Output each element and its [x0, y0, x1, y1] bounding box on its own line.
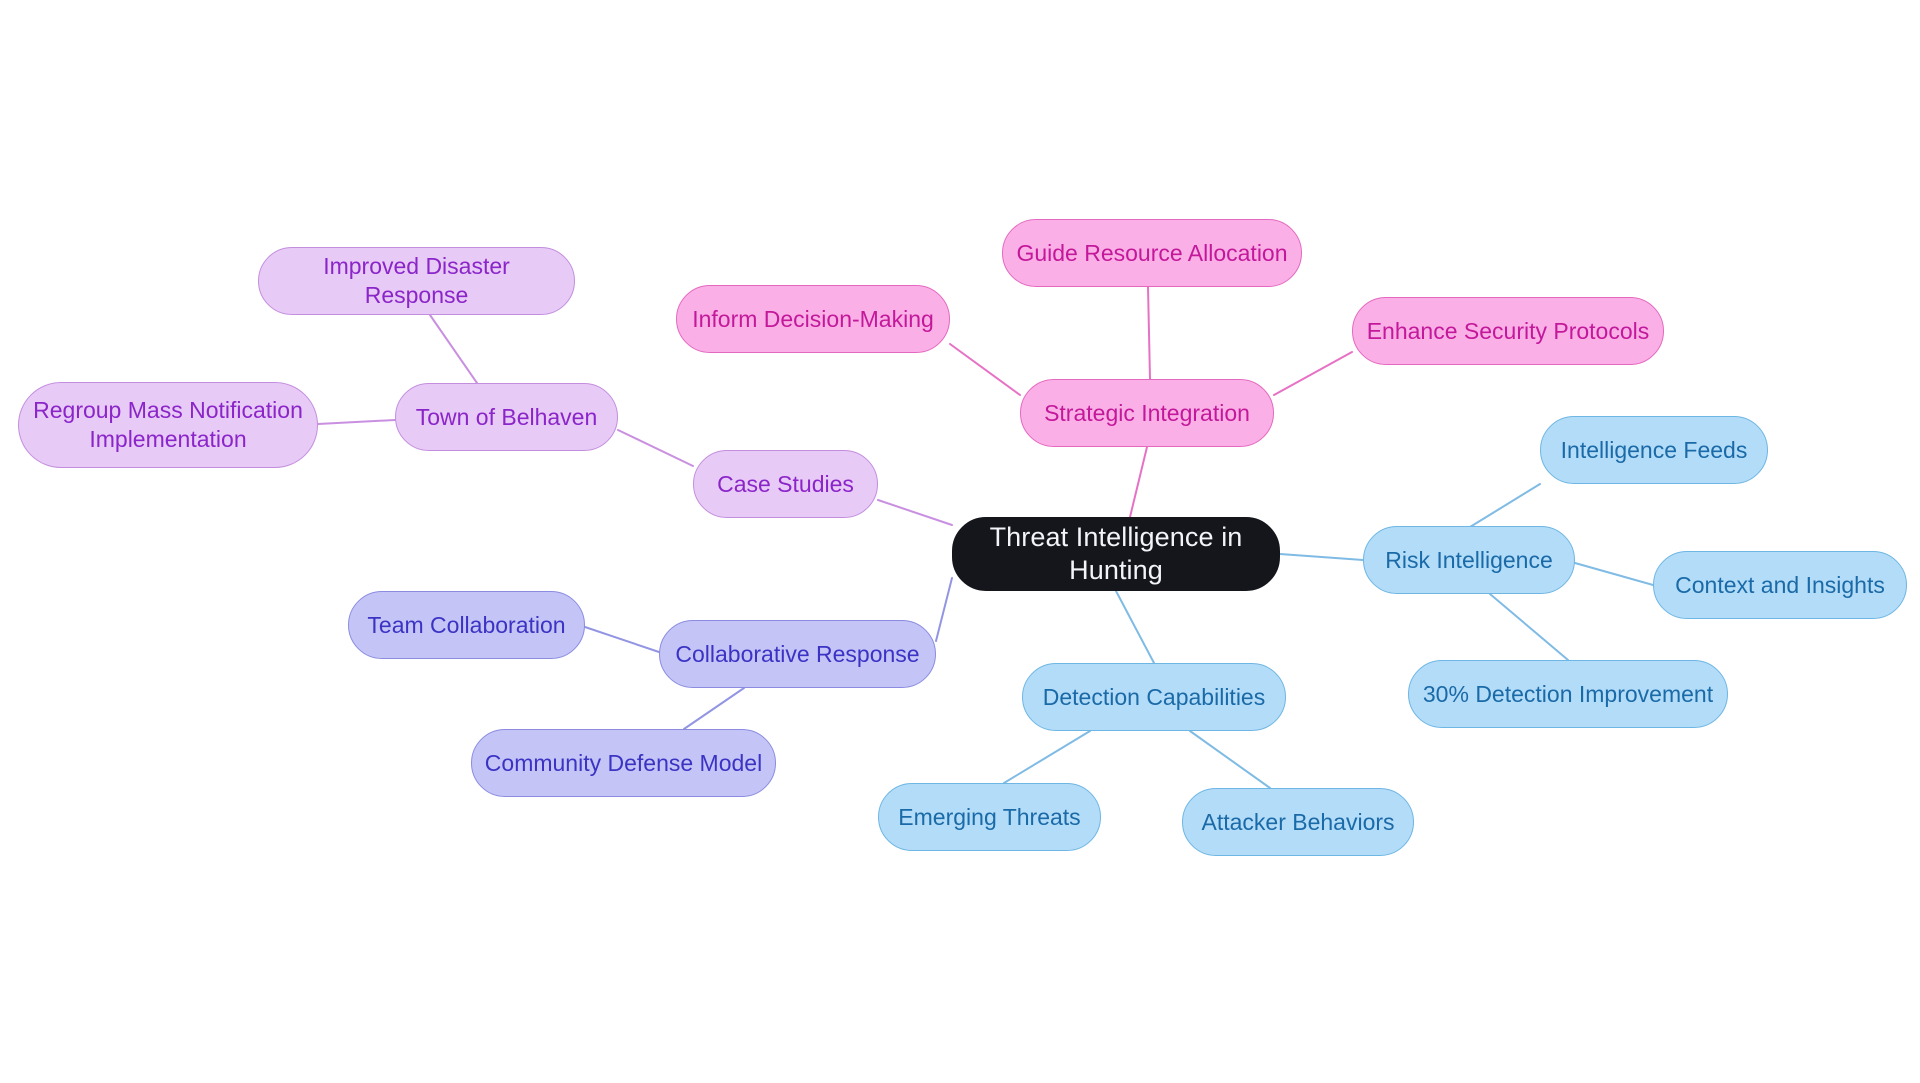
node-label: 30% Detection Improvement [1422, 680, 1714, 707]
node-label: Threat Intelligence in Hunting [989, 521, 1243, 585]
mindmap-node-attacker-behaviors[interactable]: Attacker Behaviors [1182, 788, 1414, 856]
node-label: Attacker Behaviors [1201, 808, 1395, 835]
node-label: Town of Belhaven [415, 403, 598, 430]
mindmap-node-emerging-threats[interactable]: Emerging Threats [878, 783, 1101, 851]
edge-root-to-collaborative_response [935, 577, 953, 642]
edge-risk_intelligence-to-detection_improvement [1489, 593, 1569, 661]
mindmap-node-guide-resource-allocation[interactable]: Guide Resource Allocation [1002, 219, 1302, 287]
mindmap-node-inform-decision-making[interactable]: Inform Decision-Making [676, 285, 950, 353]
edge-root-to-strategic_integration [1129, 446, 1148, 518]
mindmap-node-regroup-mass-notification[interactable]: Regroup Mass Notification Implementation [18, 382, 318, 468]
node-label: Emerging Threats [898, 803, 1081, 830]
edge-root-to-detection_capabilities [1115, 590, 1155, 664]
node-label: Regroup Mass Notification Implementation [33, 397, 303, 452]
edge-collaborative_response-to-team_collaboration [584, 626, 660, 653]
node-label: Context and Insights [1675, 571, 1885, 598]
node-label: Strategic Integration [1044, 399, 1250, 426]
edge-root-to-case_studies [877, 499, 953, 526]
edge-strategic_integration-to-inform_decision_making [949, 343, 1021, 396]
mindmap-node-intelligence-feeds[interactable]: Intelligence Feeds [1540, 416, 1768, 484]
mindmap-node-community-defense-model[interactable]: Community Defense Model [471, 729, 776, 797]
edge-town_of_belhaven-to-regroup_mass_notification [317, 419, 396, 425]
edge-strategic_integration-to-enhance_security_protocols [1273, 351, 1353, 396]
mindmap-node-detection-improvement[interactable]: 30% Detection Improvement [1408, 660, 1728, 728]
node-label: Inform Decision-Making [692, 305, 934, 332]
edge-detection_capabilities-to-emerging_threats [1003, 730, 1091, 784]
edge-town_of_belhaven-to-improved_disaster_response [429, 314, 478, 384]
node-label: Improved Disaster Response [323, 253, 510, 308]
mindmap-node-improved-disaster-response[interactable]: Improved Disaster Response [258, 247, 575, 315]
mindmap-node-town-of-belhaven[interactable]: Town of Belhaven [395, 383, 618, 451]
node-label: Collaborative Response [675, 640, 920, 667]
edge-root-to-risk_intelligence [1279, 553, 1364, 561]
mindmap-node-enhance-security-protocols[interactable]: Enhance Security Protocols [1352, 297, 1664, 365]
mindmap-node-team-collaboration[interactable]: Team Collaboration [348, 591, 585, 659]
node-label: Detection Capabilities [1042, 683, 1266, 710]
edge-case_studies-to-town_of_belhaven [617, 429, 694, 467]
node-label: Case Studies [717, 470, 854, 497]
mindmap-node-detection-capabilities[interactable]: Detection Capabilities [1022, 663, 1286, 731]
mindmap-node-strategic-integration[interactable]: Strategic Integration [1020, 379, 1274, 447]
mindmap-node-context-and-insights[interactable]: Context and Insights [1653, 551, 1907, 619]
node-label: Community Defense Model [484, 749, 763, 776]
edge-risk_intelligence-to-context_and_insights [1574, 562, 1654, 586]
edge-collaborative_response-to-community_defense_model [683, 687, 745, 730]
node-label: Guide Resource Allocation [1016, 239, 1288, 266]
edge-strategic_integration-to-guide_resource_allocation [1147, 286, 1151, 380]
node-label: Intelligence Feeds [1560, 436, 1748, 463]
mindmap-node-collaborative-response[interactable]: Collaborative Response [659, 620, 936, 688]
node-label: Risk Intelligence [1385, 546, 1553, 573]
edge-risk_intelligence-to-intelligence_feeds [1469, 483, 1541, 528]
mindmap-node-root[interactable]: Threat Intelligence in Hunting [952, 517, 1280, 591]
mindmap-node-case-studies[interactable]: Case Studies [693, 450, 878, 518]
node-label: Enhance Security Protocols [1366, 317, 1650, 344]
edge-detection_capabilities-to-attacker_behaviors [1189, 730, 1271, 789]
node-label: Team Collaboration [367, 611, 566, 638]
mindmap-canvas: Threat Intelligence in Hunting Risk Intel… [0, 0, 1920, 1083]
mindmap-node-risk-intelligence[interactable]: Risk Intelligence [1363, 526, 1575, 594]
